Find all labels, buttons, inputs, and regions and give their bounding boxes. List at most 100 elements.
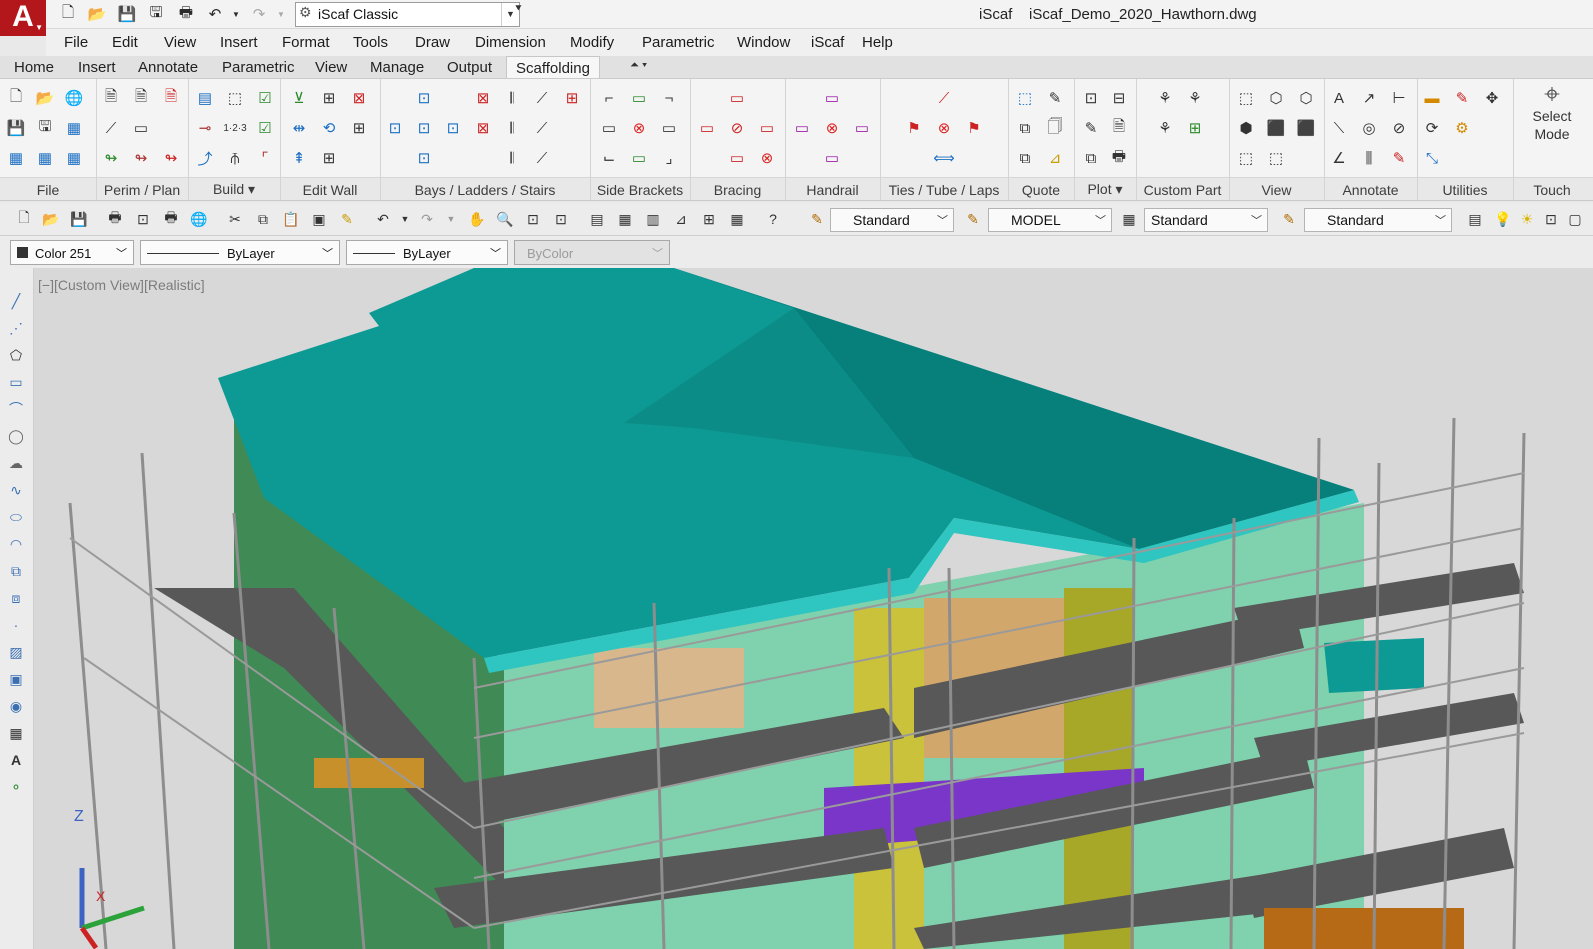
menu-help[interactable]: Help [862,34,893,51]
paste-icon[interactable]: 📋 [280,209,302,229]
layer-color-icon[interactable]: ▢ [1564,209,1586,229]
layer-lock-icon[interactable]: ⊡ [1540,209,1562,229]
line-icon[interactable]: ╱ [5,290,27,312]
build-number-icon[interactable]: 1·2·3 [223,117,246,139]
bracket-delete-icon[interactable]: ⊗ [628,117,650,139]
add-selected-icon[interactable]: ⚬ [5,776,27,798]
stair-icon[interactable]: ⟋ [531,87,553,109]
handrail-left-icon[interactable]: ▭ [791,117,813,139]
dimension-edit-icon[interactable]: ✎ [1388,147,1410,169]
move-icon[interactable]: ✥ [1481,87,1503,109]
view-cube-back-icon[interactable]: ⬡ [1295,87,1317,109]
new-icon[interactable]: 🗋 [13,209,35,229]
tab-output[interactable]: Output [447,59,492,76]
build-stairs-icon[interactable]: ⫚ [224,147,246,169]
quote-select-icon[interactable]: ⬚ [1014,87,1036,109]
tab-annotate[interactable]: Annotate [138,59,198,76]
tool-palettes-icon[interactable]: ▥ [642,209,664,229]
open-web-icon[interactable]: 🌐 [63,87,85,109]
view-cube-front-icon[interactable]: ⬚ [1235,87,1257,109]
edit-wall-2-icon[interactable]: ⊞ [318,87,340,109]
open-drawing-icon[interactable]: 📂 [34,87,56,109]
text-style-icon[interactable]: A [1328,87,1350,109]
ellipse-arc-icon[interactable]: ◠ [5,533,27,555]
bay-rotate-icon[interactable]: ⊡ [413,117,435,139]
menu-tools[interactable]: Tools [353,34,388,51]
custom-part-2-icon[interactable]: ⚘ [1184,87,1206,109]
save-drawing-icon[interactable]: 💾 [5,117,27,139]
tab-insert[interactable]: Insert [78,59,116,76]
bay-left-icon[interactable]: ⊡ [384,117,406,139]
plot-settings-icon[interactable]: ⊟ [1108,87,1130,109]
text-style-icon[interactable]: ✎ [806,209,828,229]
bracket-6-icon[interactable]: ⌙ [598,147,620,169]
build-verify-icon[interactable]: ☑ [254,117,276,139]
stair-2-icon[interactable]: ⟋ [531,117,553,139]
save-as-drawing-icon[interactable]: 🖫 [34,117,56,139]
brush-icon[interactable]: ✎ [336,209,358,229]
ribbon-minimize-icon[interactable]: ⏶ ▾ [630,59,647,72]
ladder-3-icon[interactable]: 𝄃 [501,147,523,169]
redo-dropdown-icon[interactable]: ▼ [276,3,286,25]
panel-label-plot[interactable]: Plot ▾ [1074,181,1136,198]
leader-icon[interactable]: ↗ [1358,87,1380,109]
perim-tool-3-icon[interactable]: ↬ [160,147,182,169]
sheet-set-icon[interactable]: ▦ [63,117,85,139]
mtext-icon[interactable]: A [5,749,27,771]
markup-icon[interactable]: ⊞ [698,209,720,229]
bracket-8-icon[interactable]: ⌟ [658,147,680,169]
make-block-icon[interactable]: ⧈ [5,587,27,609]
view-cube-iso-icon[interactable]: ⬡ [1265,87,1287,109]
bracket-4-icon[interactable]: ▭ [598,117,620,139]
handrail-bottom-icon[interactable]: ▭ [821,147,843,169]
stair-3-icon[interactable]: ⟋ [531,147,553,169]
menu-file[interactable]: File [64,34,88,51]
redo-icon[interactable]: ↷ [416,209,438,229]
arc-icon[interactable]: ⌒ [5,398,27,420]
zoom-window-icon[interactable]: ⊡ [522,209,544,229]
bay-remove-icon[interactable]: ⊠ [472,117,494,139]
menu-window[interactable]: Window [737,34,790,51]
view-cube-se-icon[interactable]: ⬚ [1265,147,1287,169]
customize-quick-access-icon[interactable]: ⯆ [514,3,523,16]
import-dwg-icon[interactable]: 🗎 [100,87,122,109]
select-mode-button[interactable]: ⌖ Select Mode [1514,80,1590,143]
quote-edit-icon[interactable]: ✎ [1044,87,1066,109]
calculator-icon[interactable]: ▦ [726,209,748,229]
zoom-realtime-icon[interactable]: 🔍 [494,209,516,229]
handrail-right-icon[interactable]: ▭ [851,117,873,139]
revision-cloud-icon[interactable]: ☁ [5,452,27,474]
lineweight-select[interactable]: ByLayer ﹀ [346,240,508,265]
quote-copy-icon[interactable]: ⧉ [1014,117,1036,139]
open-icon[interactable]: 📂 [40,209,62,229]
redo-dropdown-icon[interactable]: ▼ [440,209,462,229]
point-icon[interactable]: · [5,614,27,636]
table-style-icon[interactable]: ▦ [1118,209,1140,229]
open-icon[interactable]: 📂 [86,3,108,25]
match-properties-icon[interactable]: ▣ [308,209,330,229]
bracket-2-icon[interactable]: ▭ [628,87,650,109]
draw-rectangle-icon[interactable]: ▭ [130,117,152,139]
menu-format[interactable]: Format [282,34,330,51]
brace-diagonal-icon[interactable]: ⊘ [726,117,748,139]
undo-dropdown-icon[interactable]: ▼ [394,209,416,229]
drawing-viewport[interactable]: [−][Custom View][Realistic] Z X [34,268,1593,949]
brace-top-icon[interactable]: ▭ [726,87,748,109]
help-icon[interactable]: ? [762,209,784,229]
multileader-style-icon[interactable]: ✎ [1278,209,1300,229]
dimension-angular-icon[interactable]: ∠ [1328,147,1350,169]
lap-icon[interactable]: ⚑ [963,117,985,139]
bay-up-icon[interactable]: ⊡ [413,87,435,109]
save-icon[interactable]: 💾 [68,209,90,229]
quote-report-icon[interactable]: ⊿ [1044,147,1066,169]
tie-delete-icon[interactable]: ⊗ [933,117,955,139]
bay-delete-icon[interactable]: ⊠ [472,87,494,109]
build-check-icon[interactable]: ☑ [254,87,276,109]
text-style-select[interactable]: Standard ﹀ [830,208,954,232]
bracket-3-icon[interactable]: ¬ [658,87,680,109]
dimension-aligned-icon[interactable]: ⟍ [1328,117,1350,139]
edit-wall-4-icon[interactable]: ⇹ [288,117,310,139]
rectangle-icon[interactable]: ▭ [5,371,27,393]
custom-part-3-icon[interactable]: ⚘ [1154,117,1176,139]
undo-icon[interactable]: ↶ [204,3,226,25]
